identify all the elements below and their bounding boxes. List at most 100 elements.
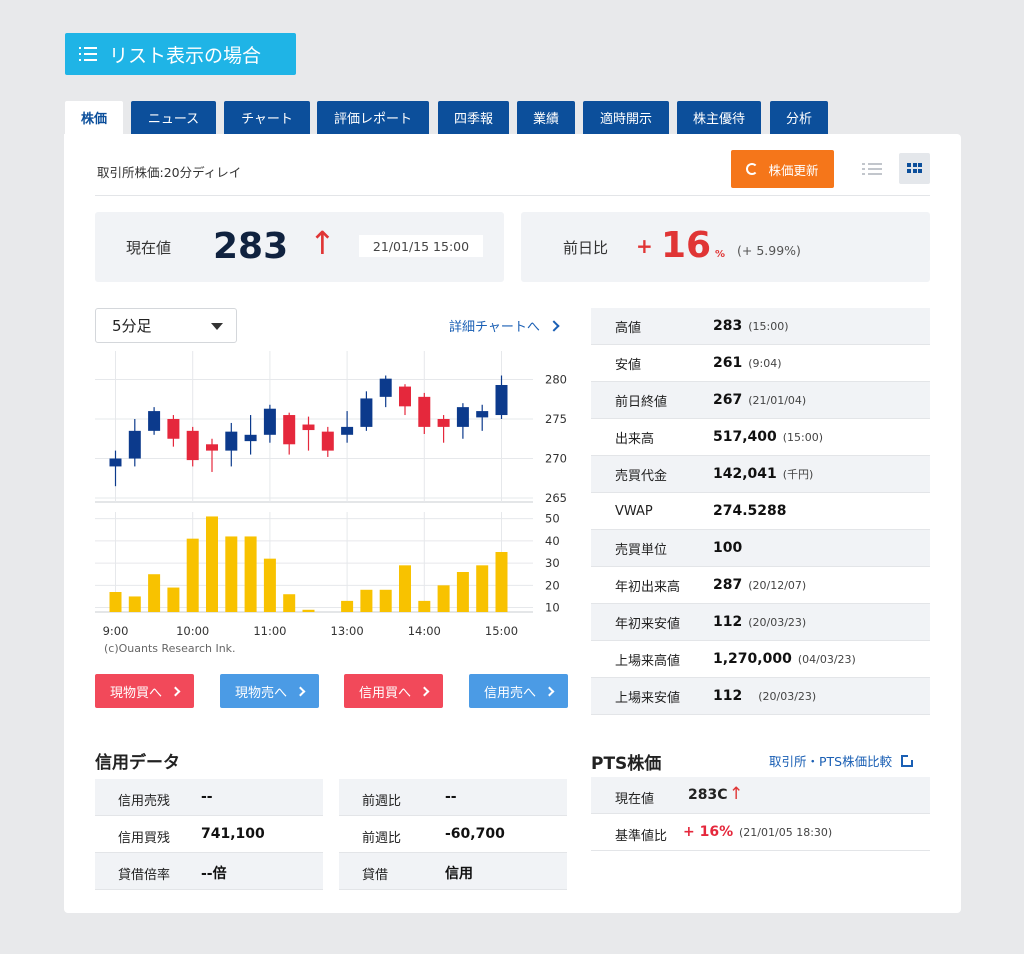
- cash-sell-button[interactable]: 現物売へ: [220, 674, 319, 708]
- price-tick-label: 265: [545, 491, 567, 505]
- tab-stock-price[interactable]: 株価: [65, 101, 123, 134]
- table-row: 信用買残 741,100: [95, 816, 323, 853]
- time-tick-label: 14:00: [408, 624, 441, 638]
- candle-body: [399, 386, 411, 407]
- grid-view-toggle-icon[interactable]: [899, 153, 930, 184]
- volume-tick-label: 40: [545, 534, 560, 548]
- candle-body: [109, 458, 122, 467]
- stats-row-prev-close: 前日終値 267 (21/01/04): [591, 382, 930, 419]
- candle-body: [341, 426, 354, 435]
- pts-table: 現在値 283C ↑ 基準値比 + 16% (21/01/05 18:30): [591, 777, 930, 851]
- change-value: 16: [661, 225, 712, 266]
- tab-chart[interactable]: チャート: [224, 101, 310, 134]
- table-row: 現在値 283C ↑: [591, 777, 930, 814]
- row-value: --倍: [201, 866, 227, 882]
- interval-select[interactable]: 5分足: [95, 308, 237, 343]
- tab-analysis[interactable]: 分析: [770, 101, 828, 134]
- current-price-label: 現在値: [126, 239, 172, 257]
- stats-row-volume: 出来高 517,400 (15:00): [591, 419, 930, 456]
- tab-news[interactable]: ニュース: [131, 101, 216, 134]
- change-percent: (+ 5.99%): [737, 243, 801, 258]
- volume-bar: [148, 574, 161, 612]
- list-view-toggle-icon[interactable]: [862, 162, 882, 176]
- up-arrow-icon: ↑: [729, 784, 744, 804]
- margin-sell-label: 信用売へ: [483, 685, 536, 701]
- row-value: 741,100: [201, 826, 265, 842]
- stats-label: VWAP: [615, 503, 653, 519]
- volume-tick-label: 10: [545, 601, 560, 615]
- tab-disclosure[interactable]: 適時開示: [583, 101, 669, 134]
- stats-table: 高値 283 (15:00) 安値 261 (9:04) 前日終値 267 (21/01/0…: [591, 308, 930, 715]
- candle-body: [283, 415, 296, 445]
- row-label: 貸借: [362, 868, 389, 883]
- refresh-label: 株価更新: [768, 162, 819, 178]
- margin-data-title: 信用データ: [95, 753, 180, 773]
- stats-value: 261 (9:04): [713, 355, 782, 371]
- stats-label: 年初出来高: [615, 579, 681, 595]
- pts-current-value: 283C: [688, 787, 728, 803]
- refresh-button[interactable]: 株価更新: [731, 150, 834, 188]
- price-change-box: 前日比 + 16 % (+ 5.99%): [521, 212, 930, 282]
- price-datetime: 21/01/15 15:00: [359, 235, 483, 257]
- tab-shareholder-benefits[interactable]: 株主優待: [677, 101, 761, 134]
- stats-value: 100: [713, 540, 743, 556]
- table-row: 前週比 --: [339, 779, 567, 816]
- table-row: 信用売残 --: [95, 779, 323, 816]
- candle-body: [360, 398, 373, 427]
- list-icon: [79, 47, 97, 61]
- volume-bar: [360, 589, 373, 612]
- chevron-right-icon: [544, 686, 555, 696]
- detail-chart-label: 詳細チャートへ: [449, 320, 540, 335]
- stats-label: 上場来安値: [615, 690, 681, 706]
- stats-label: 安値: [615, 357, 642, 373]
- change-sign: +: [636, 234, 653, 258]
- candle-body: [302, 424, 315, 431]
- candlestick-chart: 280 275 270 265 50 40 30 20 10 9:00 10:00 11:00 13:0…: [95, 351, 567, 638]
- tab-shikiho[interactable]: 四季報: [438, 101, 509, 134]
- tab-earnings[interactable]: 業績: [517, 101, 575, 134]
- candle-body: [418, 396, 431, 427]
- candle-body: [225, 431, 238, 451]
- pts-compare-link[interactable]: 取引所・PTS株価比較: [769, 751, 915, 770]
- stats-label: 上場来高値: [615, 653, 681, 669]
- change-unit: %: [715, 249, 726, 260]
- delay-note: 取引所株価:20分ディレイ: [97, 165, 242, 180]
- volume-bar: [283, 594, 296, 612]
- stats-label: 高値: [615, 320, 642, 336]
- stats-row-low: 安値 261 (9:04): [591, 345, 930, 382]
- row-label: 信用売残: [118, 794, 171, 809]
- row-value: -60,700: [445, 826, 505, 842]
- volume-bar: [109, 592, 122, 612]
- margin-buy-button[interactable]: 信用買へ: [344, 674, 443, 708]
- candle-body: [495, 384, 508, 416]
- stats-label: 売買代金: [615, 468, 668, 484]
- table-row: 貸借倍率 --倍: [95, 853, 323, 890]
- margin-sell-button[interactable]: 信用売へ: [469, 674, 568, 708]
- volume-tick-label: 50: [545, 512, 560, 526]
- tab-rating-report[interactable]: 評価レポート: [317, 101, 429, 134]
- volume-bar: [399, 565, 411, 612]
- volume-bar: [437, 585, 450, 612]
- candle-body: [476, 411, 489, 418]
- chevron-right-icon: [295, 686, 306, 696]
- candle-body: [456, 407, 469, 427]
- table-row: 前週比 -60,700: [339, 816, 567, 853]
- stats-row-alltime-high: 上場来高値 1,270,000 (04/03/23): [591, 641, 930, 678]
- cash-buy-button[interactable]: 現物買へ: [95, 674, 194, 708]
- table-row: 基準値比 + 16% (21/01/05 18:30): [591, 814, 930, 851]
- price-tick-label: 270: [545, 452, 567, 466]
- current-price-value: 283: [213, 226, 289, 267]
- time-tick-label: 15:00: [485, 624, 518, 638]
- volume-tick-label: 30: [545, 556, 560, 570]
- row-label: 前週比: [362, 831, 402, 846]
- up-arrow-icon: ↑: [309, 224, 336, 262]
- volume-bar: [456, 572, 469, 612]
- candle-body: [263, 408, 276, 435]
- list-view-badge: リスト表示の場合: [65, 33, 296, 75]
- chevron-right-icon: [548, 319, 560, 332]
- volume-bar: [244, 536, 257, 612]
- volume-bar: [476, 565, 489, 612]
- candle-body: [437, 418, 450, 427]
- cash-buy-label: 現物買へ: [109, 685, 162, 701]
- detail-chart-link[interactable]: 詳細チャートへ: [449, 316, 560, 335]
